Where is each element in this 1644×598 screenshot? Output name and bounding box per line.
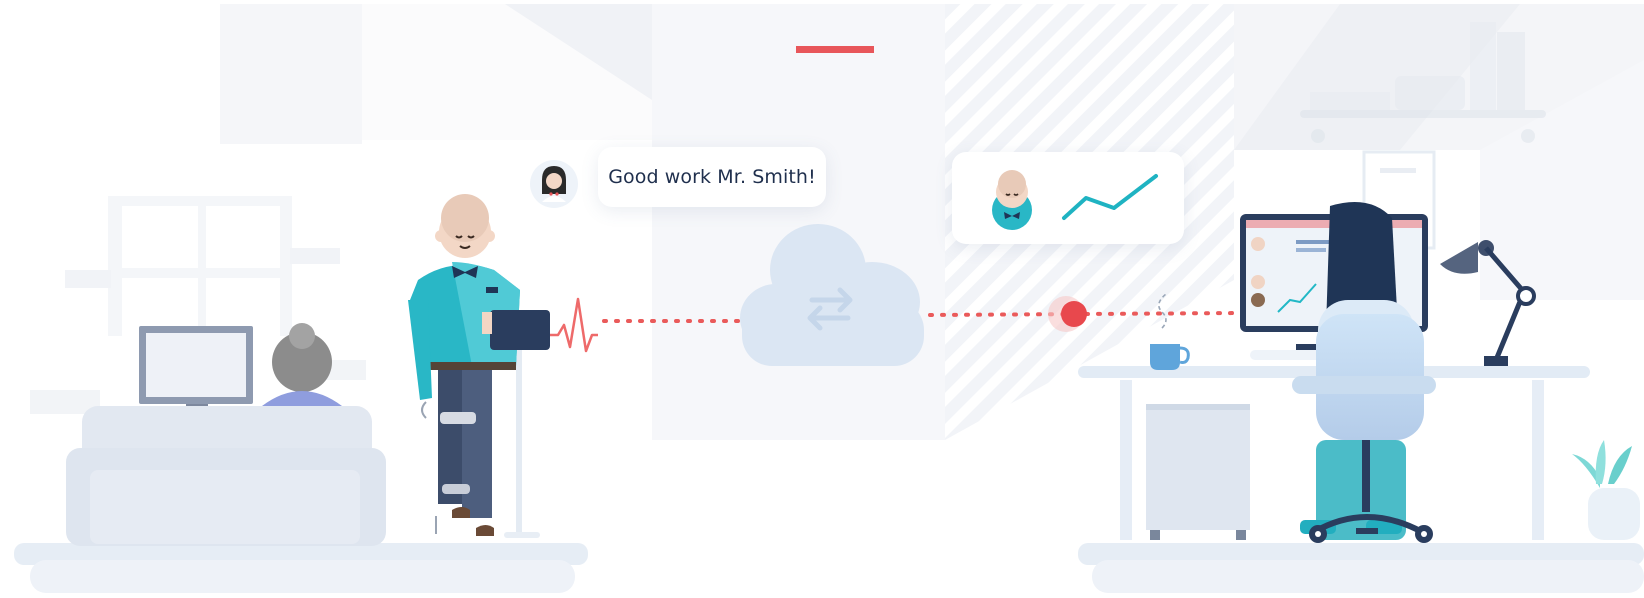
sofa	[66, 406, 386, 546]
speech-text: Good work Mr. Smith!	[608, 166, 816, 188]
trend-line-icon	[1062, 174, 1158, 220]
speech-bubble: Good work Mr. Smith!	[598, 147, 826, 207]
illustration-canvas	[0, 0, 1644, 593]
accent-bar	[796, 46, 874, 53]
floor-right	[1078, 543, 1644, 593]
progress-card-graphics	[992, 170, 1158, 230]
telehealth-illustration: Good work Mr. Smith!	[0, 0, 1644, 593]
floor-left	[14, 543, 588, 593]
clinician-avatar-icon	[530, 160, 578, 208]
progress-card	[952, 152, 1184, 244]
patient-avatar-icon	[992, 170, 1032, 230]
tv	[139, 326, 253, 410]
